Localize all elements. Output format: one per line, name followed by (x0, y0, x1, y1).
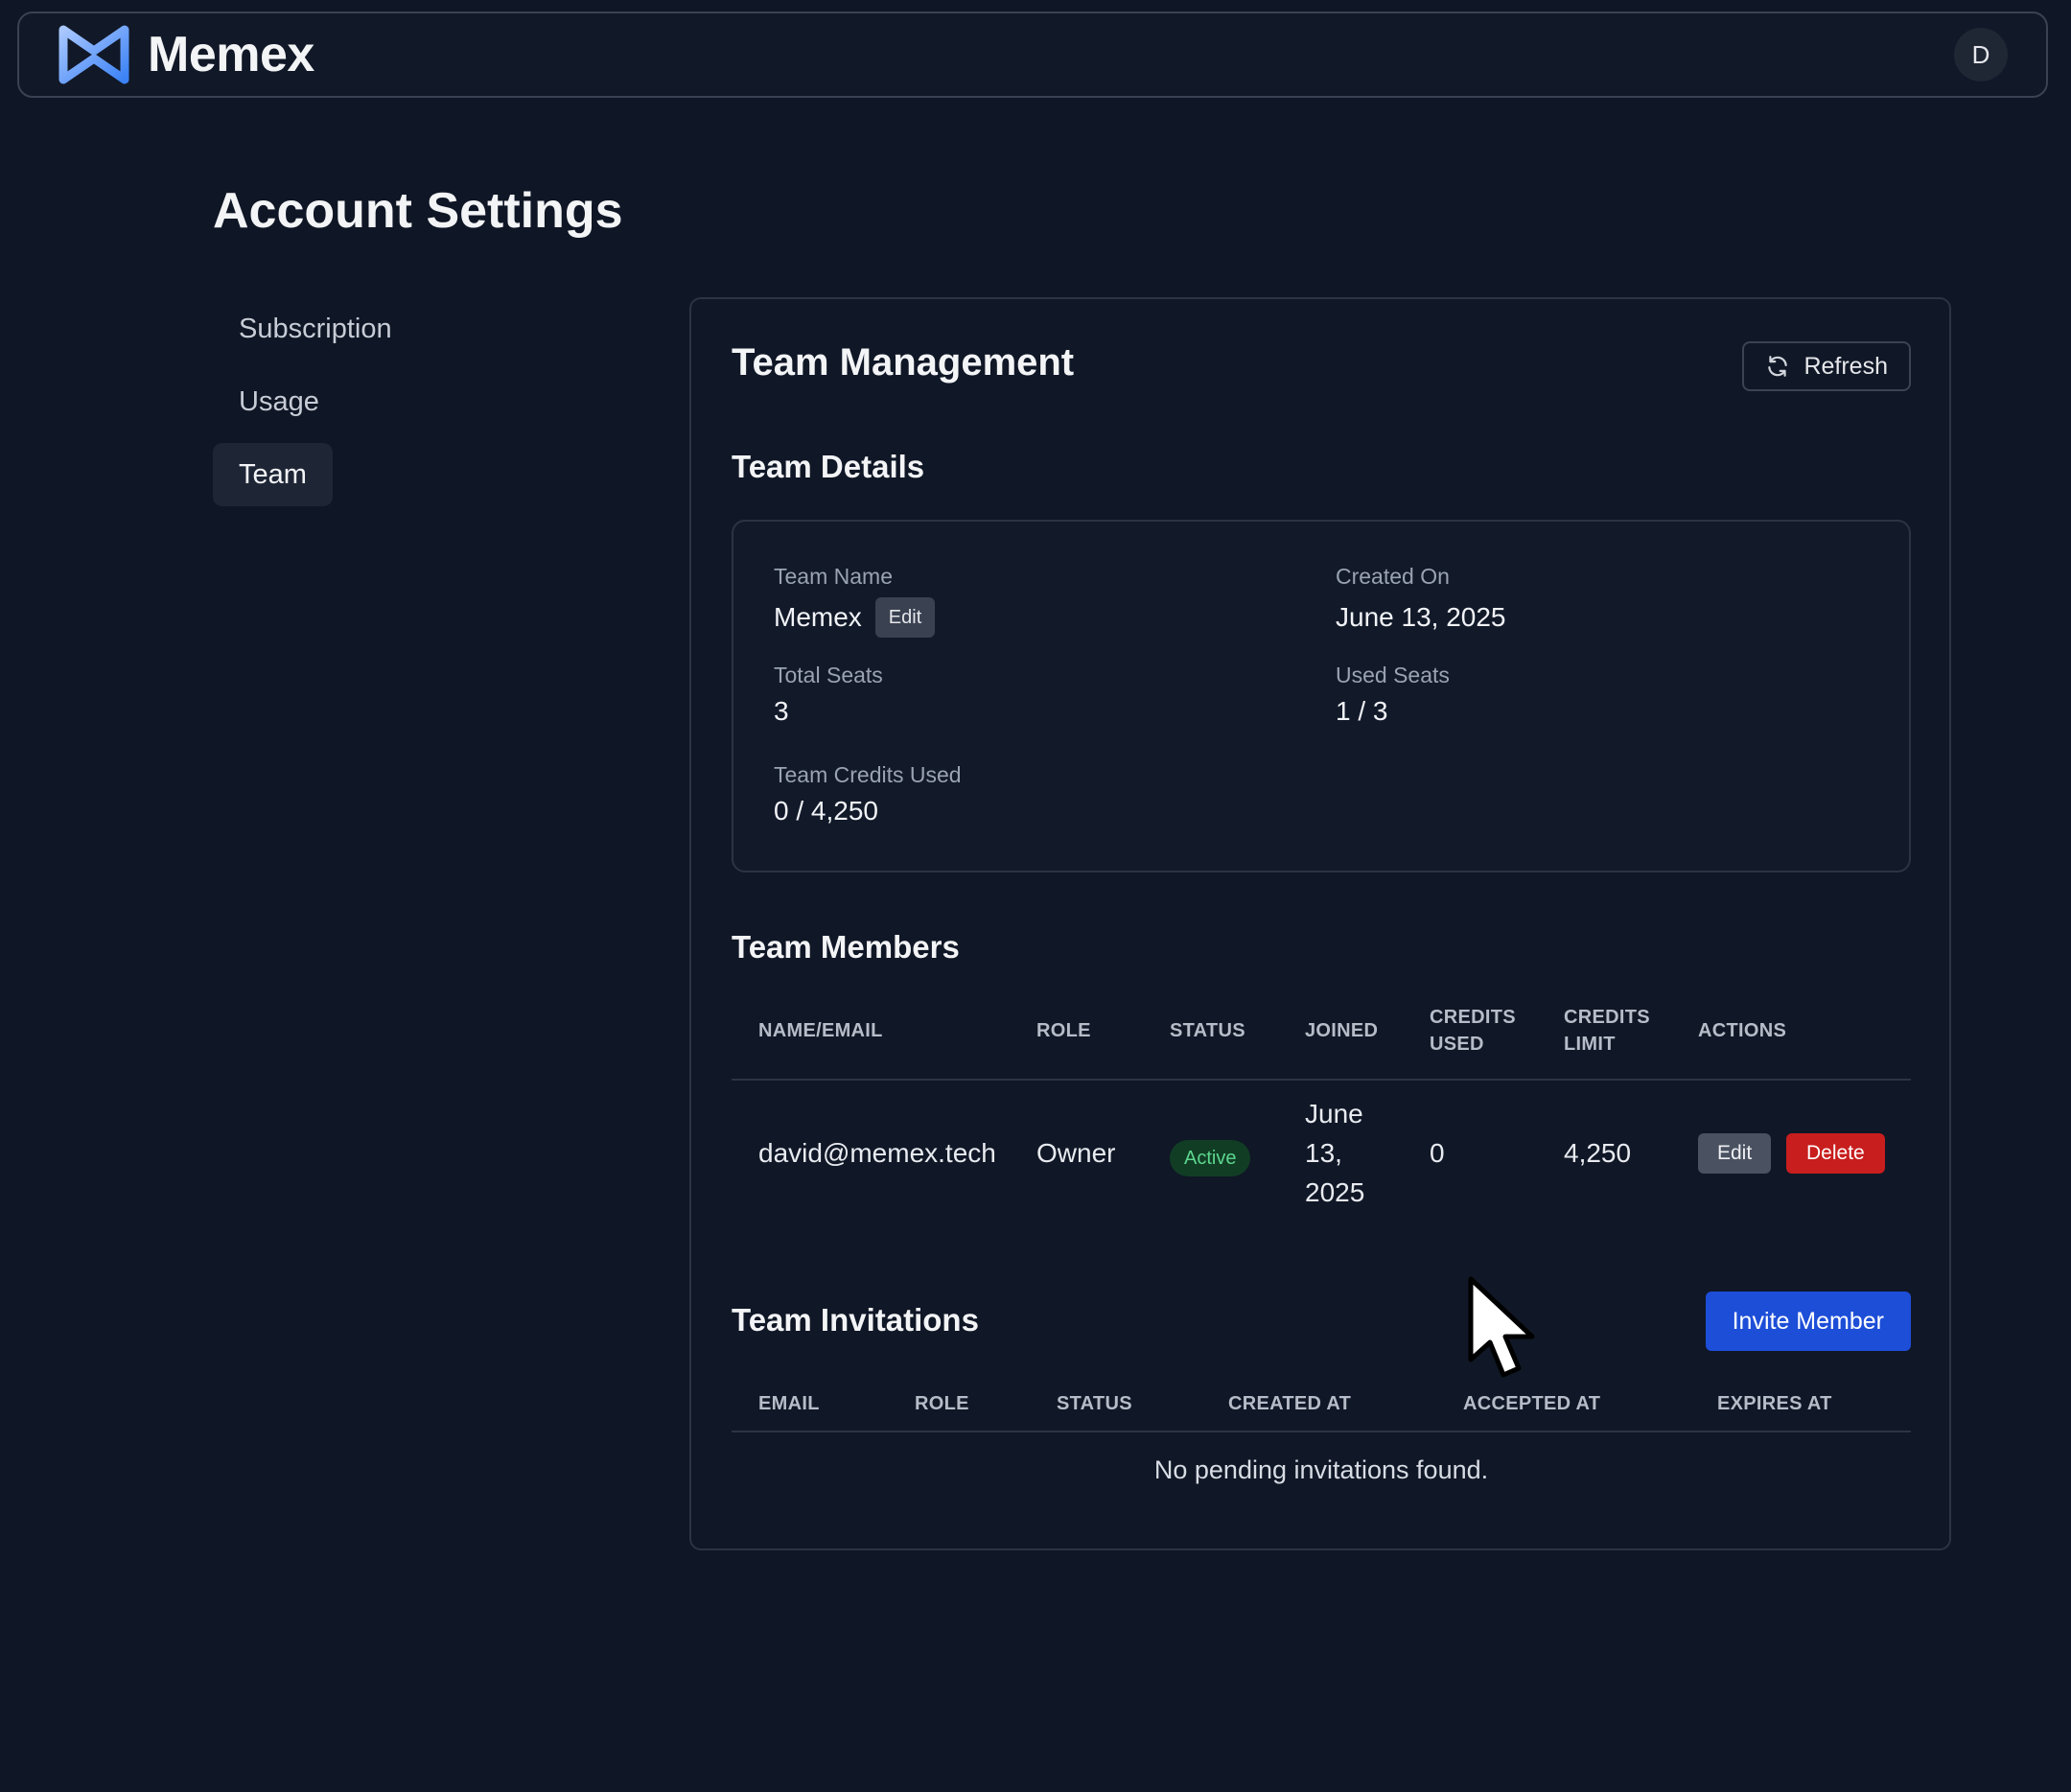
empty-invitations-message: No pending invitations found. (1153, 1455, 1489, 1484)
refresh-label: Refresh (1803, 352, 1888, 380)
team-name-field: Team Name Memex Edit (774, 564, 936, 638)
status-badge: Active (1170, 1140, 1251, 1176)
team-name-value: Memex (774, 602, 862, 632)
column-header-email: EMAIL (758, 1393, 820, 1414)
member-joined-year: 2025 (1305, 1177, 1365, 1207)
team-management-card: Team Management Refresh Team Details Tea… (689, 297, 1951, 1550)
top-navigation-bar: Memex D (17, 12, 2048, 98)
used-seats-label: Used Seats (1336, 663, 1450, 687)
avatar[interactable]: D (1954, 28, 2008, 81)
table-divider (732, 1431, 1911, 1432)
total-seats-label: Total Seats (774, 663, 883, 687)
column-header-joined: JOINED (1305, 1020, 1379, 1041)
member-joined-month: June (1305, 1099, 1363, 1129)
column-header-created-at: CREATED AT (1228, 1393, 1352, 1414)
created-on-value: June 13, 2025 (1336, 602, 1506, 632)
member-status: Active (1170, 1135, 1251, 1176)
column-header-credits-used: CREDITS USED (1430, 1004, 1516, 1058)
edit-member-button[interactable]: Edit (1698, 1133, 1772, 1174)
member-credits-used: 0 (1430, 1138, 1445, 1168)
column-header-actions: ACTIONS (1698, 1020, 1787, 1041)
created-on-label: Created On (1336, 564, 1450, 589)
refresh-icon (1768, 356, 1788, 377)
brand[interactable]: Memex (58, 24, 314, 85)
team-name-label: Team Name (774, 564, 893, 589)
column-header-status: STATUS (1170, 1020, 1245, 1041)
team-management-title: Team Management (732, 341, 1075, 384)
table-divider (732, 1079, 1911, 1081)
settings-sidebar: Subscription Usage Team (213, 297, 539, 516)
member-credits-limit: 4,250 (1564, 1138, 1632, 1168)
team-members-title: Team Members (732, 929, 960, 965)
team-credits-label: Team Credits Used (774, 762, 962, 787)
column-header-expires-at: EXPIRES AT (1717, 1393, 1832, 1414)
member-joined: June 13, 2025 (1305, 1094, 1364, 1212)
column-header-role: ROLE (1036, 1020, 1091, 1041)
column-header-credits-limit: CREDITS LIMIT (1564, 1004, 1650, 1058)
page-title: Account Settings (213, 183, 623, 239)
column-header-credits-limit-line1: CREDITS (1564, 1007, 1650, 1028)
used-seats-value: 1 / 3 (1336, 696, 1388, 726)
team-credits-value: 0 / 4,250 (774, 796, 878, 826)
memex-logo-icon (58, 25, 129, 84)
edit-team-name-button[interactable]: Edit (874, 597, 936, 638)
refresh-button[interactable]: Refresh (1742, 341, 1911, 391)
invite-member-button[interactable]: Invite Member (1705, 1292, 1911, 1351)
column-header-invite-role: ROLE (915, 1393, 969, 1414)
column-header-accepted-at: ACCEPTED AT (1463, 1393, 1601, 1414)
sidebar-item-team[interactable]: Team (213, 443, 333, 506)
total-seats-field: Total Seats 3 (774, 663, 883, 727)
sidebar-item-subscription[interactable]: Subscription (213, 297, 418, 361)
used-seats-field: Used Seats 1 / 3 (1336, 663, 1450, 727)
column-header-name-email: NAME/EMAIL (758, 1020, 883, 1041)
team-invitations-title: Team Invitations (732, 1302, 979, 1338)
team-details-title: Team Details (732, 449, 925, 484)
member-joined-day: 13, (1305, 1138, 1342, 1168)
member-role: Owner (1036, 1138, 1116, 1168)
column-header-credits-limit-line2: LIMIT (1564, 1034, 1616, 1055)
column-header-invite-status: STATUS (1057, 1393, 1132, 1414)
total-seats-value: 3 (774, 696, 789, 726)
team-details-panel: Team Name Memex Edit Created On June 13,… (732, 520, 1911, 873)
brand-name: Memex (148, 27, 314, 82)
column-header-credits-used-line1: CREDITS (1430, 1007, 1516, 1028)
sidebar-item-usage[interactable]: Usage (213, 370, 345, 433)
delete-member-button[interactable]: Delete (1786, 1133, 1885, 1174)
team-credits-field: Team Credits Used 0 / 4,250 (774, 762, 962, 826)
member-email: david@memex.tech (758, 1138, 996, 1168)
column-header-credits-used-line2: USED (1430, 1034, 1484, 1055)
created-on-field: Created On June 13, 2025 (1336, 564, 1506, 638)
